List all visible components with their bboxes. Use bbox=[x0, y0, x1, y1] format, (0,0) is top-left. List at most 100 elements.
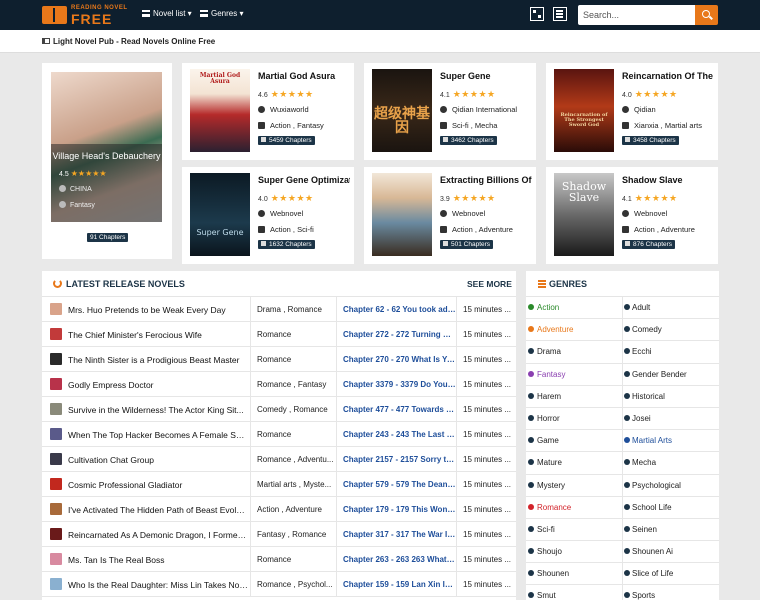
genre-link-sci-fi[interactable]: Sci-fi bbox=[526, 519, 622, 541]
novel-title[interactable]: Super Gene Optimizat... bbox=[258, 175, 350, 185]
chapter-link[interactable]: Chapter 270 - 270 What Is Ya... bbox=[336, 347, 456, 372]
novel-name-link[interactable]: Reincarnated As A Demonic Dragon, I Form… bbox=[68, 530, 248, 540]
novel-thumbnail[interactable] bbox=[50, 353, 62, 365]
novel-thumbnail[interactable] bbox=[50, 428, 62, 440]
genre-link-smut[interactable]: Smut bbox=[526, 585, 622, 600]
chapter-link[interactable]: Chapter 179 - 179 This Won't ... bbox=[336, 497, 456, 522]
reading-list-icon[interactable] bbox=[553, 7, 567, 21]
genre-link-drama[interactable]: Drama bbox=[526, 341, 622, 363]
chapter-link[interactable]: Chapter 579 - 579 The Dean's ... bbox=[336, 472, 456, 497]
genre-link-josei[interactable]: Josei bbox=[622, 407, 719, 430]
novel-thumbnail[interactable] bbox=[50, 378, 62, 390]
novel-name-link[interactable]: Godly Empress Doctor bbox=[68, 380, 248, 390]
table-row[interactable]: Who Is the Real Daughter: Miss Lin Takes… bbox=[42, 572, 516, 597]
featured-novel-card[interactable]: Extracting Billions Of ... 3.9 ★★★★★ Webn… bbox=[364, 167, 536, 264]
novel-name-link[interactable]: The Chief Minister's Ferocious Wife bbox=[68, 330, 248, 340]
novel-title[interactable]: Martial God Asura bbox=[258, 71, 350, 81]
genre-link-shounen-ai[interactable]: Shounen Ai bbox=[622, 541, 719, 564]
novel-thumbnail[interactable] bbox=[50, 503, 62, 515]
novel-cover[interactable]: Super Gene bbox=[190, 173, 250, 256]
novel-name-link[interactable]: Cultivation Chat Group bbox=[68, 455, 248, 465]
table-row[interactable]: Godly Empress Doctor Romance , Fantasy Cha… bbox=[42, 372, 516, 397]
genre-link-mystery[interactable]: Mystery bbox=[526, 475, 622, 497]
search-button[interactable] bbox=[695, 5, 718, 25]
genre-link-psychological[interactable]: Psychological bbox=[622, 474, 719, 497]
table-row[interactable]: Reincarnated As A Demonic Dragon, I Form… bbox=[42, 522, 516, 547]
chapter-link[interactable]: Chapter 272 - 272 Turning Ba... bbox=[336, 322, 456, 347]
genre-link-action[interactable]: Action bbox=[526, 297, 622, 319]
genre-link-gender-bender[interactable]: Gender Bender bbox=[622, 363, 719, 386]
table-row[interactable]: Ms. Tan Is The Real Boss Romance Chapter 2… bbox=[42, 547, 516, 572]
genre-link-school-life[interactable]: School Life bbox=[622, 496, 719, 519]
novel-thumbnail[interactable] bbox=[50, 453, 62, 465]
novel-cover[interactable]: Reincarnation of The Strongest Sword God bbox=[554, 69, 614, 152]
table-row[interactable]: Cultivation Chat Group Romance , Adventu.… bbox=[42, 447, 516, 472]
genre-link-shoujo[interactable]: Shoujo bbox=[526, 541, 622, 563]
search-input[interactable] bbox=[578, 5, 695, 25]
novel-thumbnail[interactable] bbox=[50, 303, 62, 315]
novel-title[interactable]: Extracting Billions Of ... bbox=[440, 175, 532, 185]
genre-link-shounen[interactable]: Shounen bbox=[526, 563, 622, 585]
novel-name-link[interactable]: Ms. Tan Is The Real Boss bbox=[68, 555, 248, 565]
chapter-link[interactable]: Chapter 243 - 243 The Last B... bbox=[336, 422, 456, 447]
novel-title[interactable]: Reincarnation Of The ... bbox=[622, 71, 714, 81]
chapter-link[interactable]: Chapter 3379 - 3379 Do You A... bbox=[336, 372, 456, 397]
qr-code-icon[interactable] bbox=[530, 7, 544, 21]
novel-name-link[interactable]: The Ninth Sister is a Prodigious Beast M… bbox=[68, 355, 248, 365]
genre-link-sports[interactable]: Sports bbox=[622, 585, 719, 600]
table-row[interactable]: The Chief Minister's Ferocious Wife Roman… bbox=[42, 322, 516, 347]
genre-link-adventure[interactable]: Adventure bbox=[526, 319, 622, 341]
featured-novel-card[interactable]: Reincarnation of The Strongest Sword God… bbox=[546, 63, 718, 160]
novel-cover[interactable] bbox=[51, 72, 162, 222]
nav-genres[interactable]: Genres ▾ bbox=[200, 9, 243, 18]
featured-novel-card[interactable]: 超级神基因 Super Gene 4.1 ★★★★★ Qidian Interna… bbox=[364, 63, 536, 160]
genre-link-adult[interactable]: Adult bbox=[622, 297, 719, 319]
featured-novel-card[interactable]: Shadow Slave Shadow Slave 4.1 ★★★★★ Webno… bbox=[546, 167, 718, 264]
novel-thumbnail[interactable] bbox=[50, 553, 62, 565]
genre-link-romance[interactable]: Romance bbox=[526, 497, 622, 519]
genre-link-mature[interactable]: Mature bbox=[526, 452, 622, 474]
table-row[interactable]: When The Top Hacker Becomes A Female Sup… bbox=[42, 422, 516, 447]
genre-link-comedy[interactable]: Comedy bbox=[622, 319, 719, 342]
novel-name-link[interactable]: Cosmic Professional Gladiator bbox=[68, 480, 248, 490]
table-row[interactable]: The Ninth Sister is a Prodigious Beast M… bbox=[42, 347, 516, 372]
table-row[interactable]: Cosmic Professional Gladiator Martial art… bbox=[42, 472, 516, 497]
novel-thumbnail[interactable] bbox=[50, 528, 62, 540]
genre-link-martial-arts[interactable]: Martial Arts bbox=[622, 430, 719, 453]
novel-thumbnail[interactable] bbox=[50, 578, 62, 590]
novel-cover[interactable] bbox=[372, 173, 432, 256]
genre-link-slice-of-life[interactable]: Slice of Life bbox=[622, 563, 719, 586]
genre-link-game[interactable]: Game bbox=[526, 430, 622, 452]
genre-link-mecha[interactable]: Mecha bbox=[622, 452, 719, 475]
novel-title[interactable]: Village Head's Debauchery bbox=[51, 151, 162, 161]
table-row[interactable]: Survive in the Wilderness! The Actor Kin… bbox=[42, 397, 516, 422]
novel-name-link[interactable]: Mrs. Huo Pretends to be Weak Every Day bbox=[68, 305, 248, 315]
table-row[interactable]: I've Activated The Hidden Path of Beast … bbox=[42, 497, 516, 522]
chapter-link[interactable]: Chapter 159 - 159 Lan Xin Is ... bbox=[336, 572, 456, 597]
chapter-link[interactable]: Chapter 477 - 477 Towards th... bbox=[336, 397, 456, 422]
novel-thumbnail[interactable] bbox=[50, 478, 62, 490]
novel-name-link[interactable]: Who Is the Real Daughter: Miss Lin Takes… bbox=[68, 580, 248, 590]
see-more-link[interactable]: SEE MORE bbox=[467, 279, 512, 289]
genre-link-seinen[interactable]: Seinen bbox=[622, 518, 719, 541]
nav-novel-list[interactable]: Novel list ▾ bbox=[142, 9, 192, 18]
genre-link-harem[interactable]: Harem bbox=[526, 386, 622, 408]
chapter-link[interactable]: Chapter 263 - 263 263 What D... bbox=[336, 547, 456, 572]
chapter-link[interactable]: Chapter 2157 - 2157 Sorry to ... bbox=[336, 447, 456, 472]
novel-title[interactable]: Super Gene bbox=[440, 71, 532, 81]
novel-cover[interactable]: Shadow Slave bbox=[554, 173, 614, 256]
table-row[interactable]: Mrs. Huo Pretends to be Weak Every Day Dr… bbox=[42, 297, 516, 322]
novel-name-link[interactable]: Survive in the Wilderness! The Actor Kin… bbox=[68, 405, 248, 415]
novel-thumbnail[interactable] bbox=[50, 403, 62, 415]
genre-link-historical[interactable]: Historical bbox=[622, 385, 719, 408]
genre-link-fantasy[interactable]: Fantasy bbox=[526, 364, 622, 386]
novel-name-link[interactable]: I've Activated The Hidden Path of Beast … bbox=[68, 505, 248, 515]
genre-link-horror[interactable]: Horror bbox=[526, 408, 622, 430]
novel-cover[interactable]: 超级神基因 bbox=[372, 69, 432, 152]
chapter-link[interactable]: Chapter 62 - 62 You took adv... bbox=[336, 297, 456, 322]
novel-name-link[interactable]: When The Top Hacker Becomes A Female Sup… bbox=[68, 430, 248, 440]
genre-link-ecchi[interactable]: Ecchi bbox=[622, 341, 719, 364]
featured-novel-card[interactable]: Super Gene Super Gene Optimizat... 4.0 ★★… bbox=[182, 167, 354, 264]
novel-thumbnail[interactable] bbox=[50, 328, 62, 340]
featured-novel-large[interactable]: Village Head's Debauchery 4.5 ★★★★★ CHINA… bbox=[42, 63, 172, 259]
